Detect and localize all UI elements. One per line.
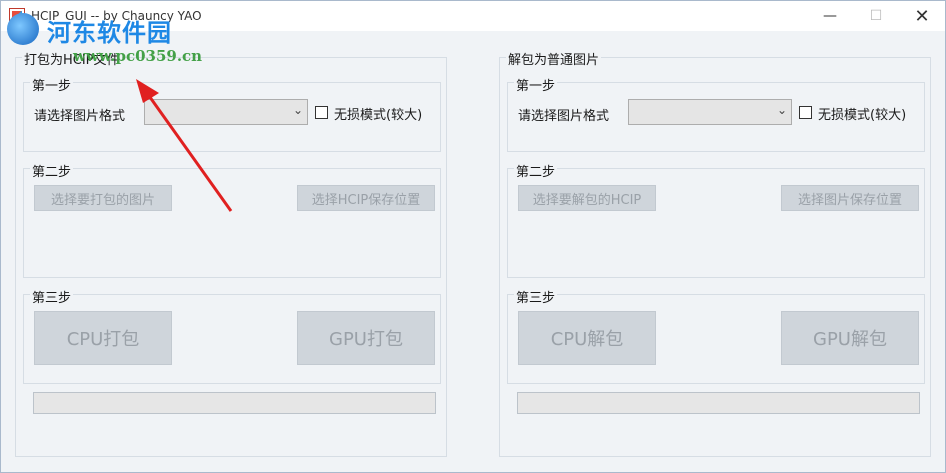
unpack-panel-title: 解包为普通图片 — [506, 49, 602, 68]
close-button[interactable]: ✕ — [899, 1, 945, 31]
pack-panel: 打包为HCIP文件 第一步 请选择图片格式 ⌄ 无损模式(较大) 第二步 选择要… — [15, 49, 447, 457]
unpack-lossless-checkbox[interactable] — [799, 106, 812, 119]
pack-lossless-label[interactable]: 无损模式(较大) — [334, 104, 422, 123]
pack-step2-title: 第二步 — [30, 161, 74, 180]
select-image-save-button[interactable]: 选择图片保存位置 — [781, 185, 919, 211]
gpu-pack-button[interactable]: GPU打包 — [297, 311, 435, 365]
pack-lossless-checkbox[interactable] — [315, 106, 328, 119]
pack-format-label: 请选择图片格式 — [34, 109, 126, 124]
chevron-down-icon: ⌄ — [292, 103, 303, 117]
watermark-url: www.pc0359.cn — [73, 47, 203, 65]
unpack-step2-group: 第二步 选择要解包的HCIP 选择图片保存位置 — [507, 161, 925, 278]
cpu-pack-button[interactable]: CPU打包 — [34, 311, 172, 365]
minimize-button[interactable]: — — [807, 1, 853, 31]
unpack-step3-group: 第三步 CPU解包 GPU解包 — [507, 287, 925, 384]
pack-format-select[interactable]: ⌄ — [144, 99, 308, 125]
chevron-down-icon: ⌄ — [776, 103, 787, 117]
pack-progress-bar — [33, 392, 436, 414]
maximize-button[interactable]: ☐ — [853, 1, 899, 31]
unpack-step2-title: 第二步 — [514, 161, 558, 180]
unpack-format-label: 请选择图片格式 — [518, 109, 610, 124]
watermark-logo-icon — [7, 13, 39, 45]
unpack-step3-title: 第三步 — [514, 287, 558, 306]
watermark: 河东软件园 www.pc0359.cn — [7, 13, 202, 65]
cpu-unpack-button[interactable]: CPU解包 — [518, 311, 656, 365]
pack-step1-title: 第一步 — [30, 75, 74, 94]
gpu-unpack-button[interactable]: GPU解包 — [781, 311, 919, 365]
select-hcip-save-button[interactable]: 选择HCIP保存位置 — [297, 185, 435, 211]
watermark-name: 河东软件园 — [47, 18, 172, 47]
select-hcip-button[interactable]: 选择要解包的HCIP — [518, 185, 656, 211]
unpack-step1-title: 第一步 — [514, 75, 558, 94]
unpack-panel: 解包为普通图片 第一步 请选择图片格式 ⌄ 无损模式(较大) 第二步 选择要解包… — [499, 49, 931, 457]
unpack-step1-group: 第一步 请选择图片格式 ⌄ 无损模式(较大) — [507, 75, 925, 152]
app-window: HCIP_GUI -- by Chauncy YAO — ☐ ✕ 打包为HCIP… — [0, 0, 946, 473]
pack-step2-group: 第二步 选择要打包的图片 选择HCIP保存位置 — [23, 161, 441, 278]
unpack-format-select[interactable]: ⌄ — [628, 99, 792, 125]
pack-step3-title: 第三步 — [30, 287, 74, 306]
pack-step3-group: 第三步 CPU打包 GPU打包 — [23, 287, 441, 384]
pack-step1-group: 第一步 请选择图片格式 ⌄ 无损模式(较大) — [23, 75, 441, 152]
unpack-progress-bar — [517, 392, 920, 414]
select-images-button[interactable]: 选择要打包的图片 — [34, 185, 172, 211]
unpack-lossless-label[interactable]: 无损模式(较大) — [818, 104, 906, 123]
